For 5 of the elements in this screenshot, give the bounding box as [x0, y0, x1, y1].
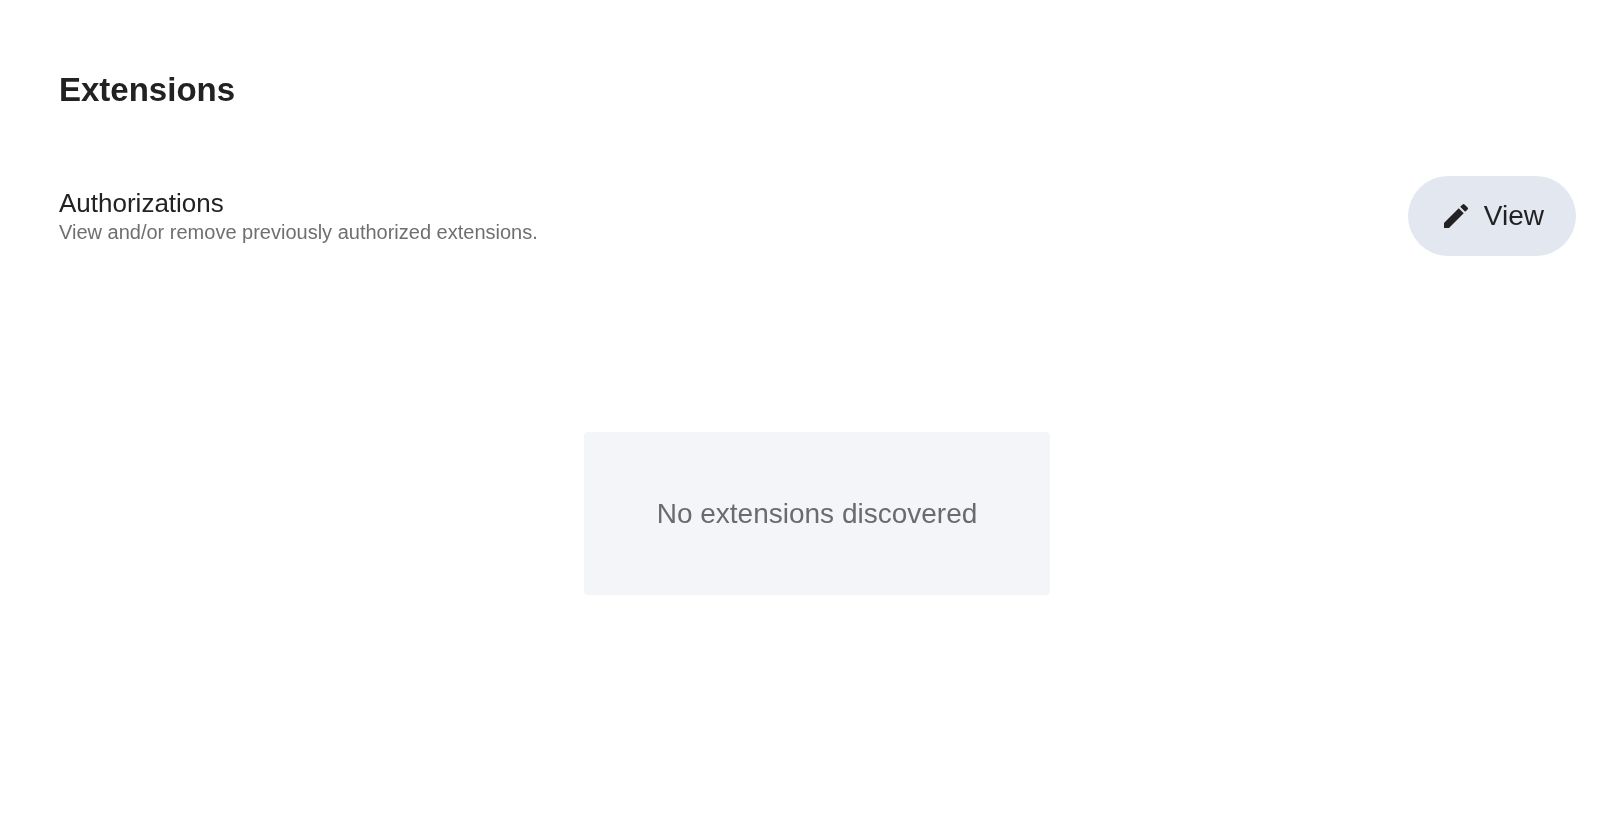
- section-title: Authorizations: [59, 187, 225, 219]
- section-description: View and/or remove previously authorized extensions.: [59, 220, 538, 245]
- page-title: Extensions: [59, 70, 237, 110]
- empty-state-message: No extensions discovered: [656, 496, 978, 531]
- view-button[interactable]: View: [1407, 176, 1576, 256]
